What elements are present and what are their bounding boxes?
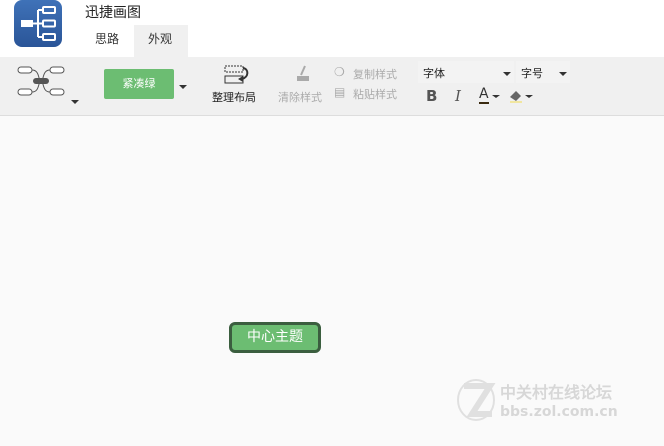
theme-button[interactable]: 紧凑绿 [104,69,174,99]
theme-dropdown-caret[interactable] [179,85,187,89]
font-family-select[interactable]: 字体 [418,61,514,83]
font-family-value: 字体 [423,67,445,80]
font-color-caret[interactable] [492,95,500,98]
fill-color-icon[interactable] [508,88,524,107]
copy-style-icon: ❍ [334,65,345,79]
mindmap-logo-icon [21,6,56,41]
clear-style-icon [294,65,314,86]
paste-style-roller-icon: ▤ [334,85,346,99]
toolbar: 紧凑绿 整理布局 清除样式 ❍ 复制样式 ▤ 粘贴样式 字体 字号 B I A [0,57,664,116]
fill-color-caret[interactable] [525,95,533,98]
zol-watermark-logo: 中关村在线论坛 bbs.zol.com.cn [456,378,646,425]
center-topic-node[interactable]: 中心主题 [229,322,321,353]
clear-style-button[interactable]: 清除样式 [278,89,322,105]
svg-text:bbs.zol.com.cn: bbs.zol.com.cn [500,404,618,420]
app-header: 迅捷画图 思路 外观 [0,0,664,57]
italic-button[interactable]: I [455,87,461,105]
tab-thinking[interactable]: 思路 [81,25,133,57]
arrange-layout-button[interactable]: 整理布局 [212,89,256,105]
arrange-layout-icon [224,65,250,88]
font-color-button[interactable]: A [479,87,489,104]
font-family-caret [503,72,511,76]
svg-text:中关村在线论坛: 中关村在线论坛 [500,383,612,402]
mindmap-structure-icon [17,66,65,96]
copy-style-button[interactable]: 复制样式 [353,66,397,82]
structure-dropdown-caret[interactable] [71,100,79,104]
structure-button[interactable] [16,64,68,101]
font-size-caret [559,72,567,76]
font-size-value: 字号 [521,67,543,80]
tab-appearance[interactable]: 外观 [134,25,188,57]
app-title: 迅捷画图 [85,5,141,21]
paste-style-button[interactable]: 粘贴样式 [353,86,397,102]
font-size-select[interactable]: 字号 [516,61,570,83]
bold-button[interactable]: B [426,87,437,105]
app-logo [14,0,62,47]
